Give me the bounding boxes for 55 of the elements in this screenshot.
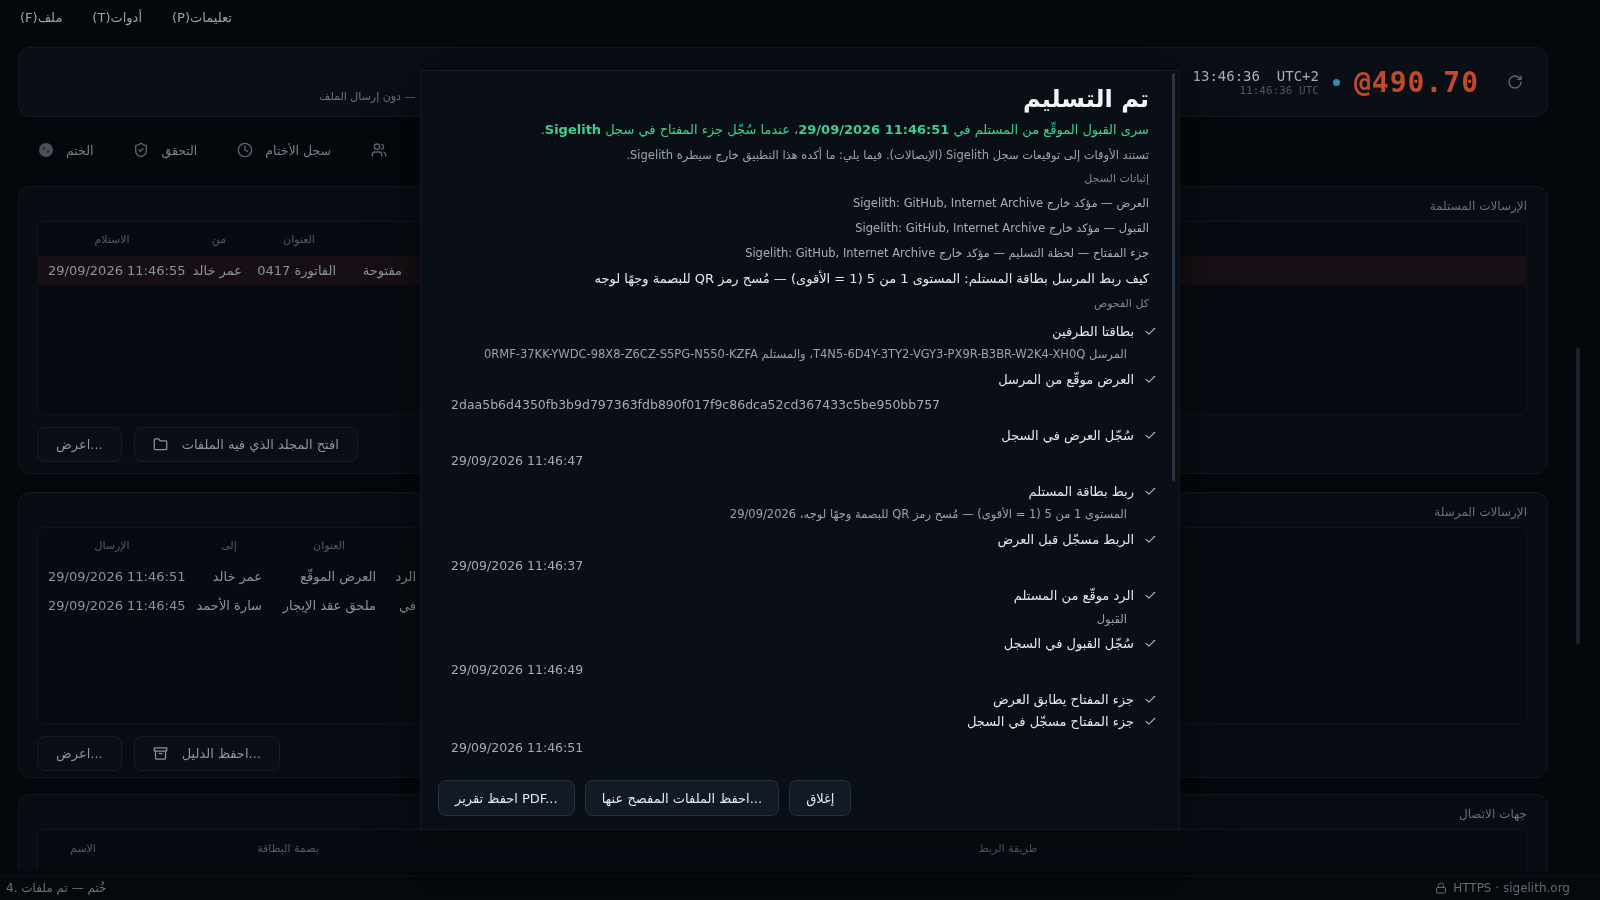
check-value: 29/09/2026 11:46:47 (450, 452, 585, 471)
balance: @490.70 (1354, 65, 1479, 99)
check-label: الرد موقّع من المستلم (1013, 588, 1134, 604)
check-detail: المستوى 1 من 5 (1 = الأقوى) — مُسح رمز QR للبصمة وجهًا لوجه، 29/09/2026 (728, 506, 1128, 523)
check-value: 29/09/2026 11:46:51 (450, 739, 585, 757)
check-value: 2daa5b6d4350fb3b9d797363fdb890f017f9c86dca52cd367433c5be950bb757 (450, 396, 942, 415)
connection-info: HTTPS · sigelith.org (1435, 881, 1570, 895)
check-value: 29/09/2026 11:46:49 (450, 660, 585, 679)
utc-time: 11:46:36 UTC (1239, 83, 1319, 97)
table-cell-text: عمر خالد (191, 263, 243, 278)
check-label: سُجّل القبول في السجل (1003, 636, 1134, 652)
table-cell-text: مفتوحة (361, 263, 403, 278)
table-cell-text: الفاتورة 0417 (256, 263, 337, 278)
check-label: ربط بطاقة المستلم (1028, 483, 1134, 499)
column-header: الإرسال (93, 538, 131, 552)
check-label: سُجّل العرض في السجل (1001, 427, 1134, 443)
column-header: الاسم (69, 841, 97, 855)
section-label: إثباتات السجل (1083, 171, 1149, 187)
check-label: جزء المفتاح مسجّل في السجل (966, 714, 1134, 730)
panel-title: الإرسالات المستلمة (1429, 199, 1527, 215)
section-label: كل الفحوص (1092, 296, 1149, 312)
column-header: الاستلام (93, 232, 131, 246)
panel-title: الإرسالات المرسلة (1434, 505, 1527, 521)
proof-line: جزء المفتاح — لحظة التسليم — مؤكد خارج Sigelith: GitHub, Internet Archive (744, 245, 1149, 261)
table-cell-text: 29/09/2026 11:46:51 (47, 569, 186, 584)
check-detail: المرسل T4N5-6D4Y-3TY2-VGY3-PX9R-B3BR-W2K4-XH0Q، والمستلم 0RMF-37KK-YWDC-98X8-Z6CZ-S5PG-N550-KZFA (483, 346, 1128, 363)
column-header: العنوان (282, 232, 316, 246)
proof-line: العرض — مؤكد خارج Sigelith: GitHub, Internet Archive (852, 195, 1149, 211)
check-label: الربط مسجّل قبل العرض (997, 532, 1134, 547)
table-cell-text: عمر خالد (211, 569, 263, 584)
table-cell-text: الرد (394, 569, 417, 584)
app-subtitle: — دون إرسال الملف (319, 89, 416, 103)
table-cell-text: العرض الموقّع (299, 569, 377, 584)
column-header: بصمة البطاقة (256, 841, 320, 855)
column-header: العنوان (312, 538, 346, 552)
column-header: طريقة الربط (977, 841, 1039, 855)
table-cell-text: 29/09/2026 11:46:55 (47, 263, 186, 278)
binding-summary: كيف ربط المرسل بطاقة المستلم: المستوى 1 من 5 (1 = الأقوى) — مُسح رمز QR للبصمة وجهًا لوجه (593, 270, 1149, 288)
column-header: إلى (220, 538, 238, 552)
check-label: العرض موقّع من المرسل (998, 371, 1134, 387)
check-detail: القبول (1095, 610, 1128, 627)
table-cell-text: في (397, 598, 417, 613)
check-label: جزء المفتاح يطابق العرض (992, 692, 1134, 708)
check-value: 29/09/2026 11:46:37 (450, 556, 585, 575)
timing-note: تستند الأوقات إلى توقيعات سجل Sigelith (الإيصالات). فيما يلي: ما أكده هذا التطبيق خارج سيطرة Sigelith. (625, 147, 1149, 163)
check-label: بطاقتا الطرفين (1052, 323, 1134, 339)
local-time: 13:46:36 UTC+2 (1192, 67, 1319, 84)
table-cell-text: 29/09/2026 11:46:45 (47, 598, 186, 613)
panel-title: جهات الاتصال (1459, 807, 1527, 823)
column-header: من (210, 232, 228, 246)
status-message: 4. خُتم — تم ملفات (6, 881, 107, 895)
dialog-title: تم التسليم (1021, 85, 1149, 113)
table-cell-text: ملحق عقد الإيجار (281, 598, 377, 613)
proof-line: القبول — مؤكد خارج Sigelith: GitHub, Internet Archive (854, 220, 1149, 236)
table-cell-text: سارة الأحمد (195, 598, 263, 613)
